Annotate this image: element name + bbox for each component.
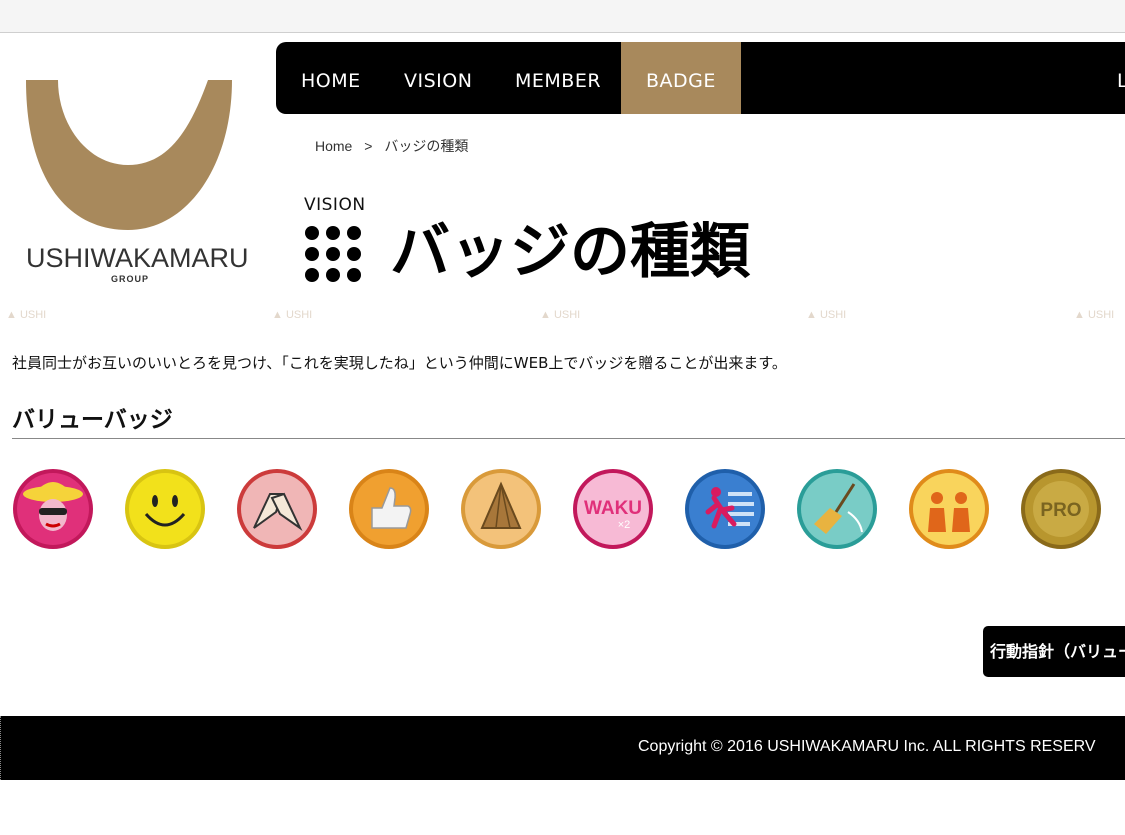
running-icon — [685, 469, 765, 549]
badge-handshake[interactable] — [236, 468, 318, 550]
nav-login[interactable]: L — [1092, 42, 1125, 114]
badge-pro[interactable]: PRO — [1020, 468, 1102, 550]
logo-text: USHIWAKAMARU — [26, 243, 249, 273]
nav-home[interactable]: HOME — [276, 42, 386, 114]
waku-sub: ×2 — [618, 519, 631, 531]
badge-people[interactable] — [908, 468, 990, 550]
logo-subtext: GROUP — [110, 274, 149, 284]
badge-broom[interactable] — [796, 468, 878, 550]
badge-waku[interactable]: WAKU ×2 — [572, 468, 654, 550]
section-label: VISION — [304, 195, 366, 215]
broom-icon — [797, 469, 877, 549]
company-logo[interactable] — [18, 70, 248, 240]
intro-text: 社員同士がお互いのいいとろを見つけ、「これを実現したね」という仲間にWEB上でバ… — [12, 354, 787, 372]
badge-running[interactable] — [684, 468, 766, 550]
smiley-icon — [125, 469, 205, 549]
pro-text: PRO — [1040, 500, 1081, 521]
people-icon — [909, 469, 989, 549]
badge-hat-lady[interactable] — [12, 468, 94, 550]
section-title: バリューバッジ — [12, 407, 173, 433]
breadcrumb-home[interactable]: Home — [315, 138, 352, 154]
pro-icon: PRO — [1021, 469, 1101, 549]
badge-smiley[interactable] — [124, 468, 206, 550]
nav-vision[interactable]: VISION — [379, 42, 497, 114]
section-divider — [12, 438, 1125, 439]
thumbs-up-icon — [349, 469, 429, 549]
hat-lady-icon — [13, 469, 93, 549]
browser-top-bar — [0, 0, 1125, 33]
logo-mark-icon — [26, 80, 232, 230]
breadcrumb-current: バッジの種類 — [384, 138, 469, 154]
bamboo-shoot-icon — [461, 469, 541, 549]
grid-dots-icon — [305, 226, 361, 282]
waku-icon: WAKU ×2 — [573, 469, 653, 549]
handshake-icon — [237, 469, 317, 549]
main-navigation: HOME VISION MEMBER BADGE L — [276, 42, 1125, 114]
nav-member[interactable]: MEMBER — [490, 42, 626, 114]
breadcrumb: Home > バッジの種類 — [315, 136, 476, 156]
waku-text: WAKU — [584, 498, 642, 519]
badge-thumbs-up[interactable] — [348, 468, 430, 550]
values-guideline-button[interactable]: 行動指針（バリュー — [983, 626, 1125, 677]
breadcrumb-separator: > — [364, 138, 373, 154]
nav-badge[interactable]: BADGE — [621, 42, 741, 114]
copyright-text: Copyright © 2016 USHIWAKAMARU Inc. ALL R… — [638, 738, 1096, 755]
badge-bamboo-shoot[interactable] — [460, 468, 542, 550]
page-title: バッジの種類 — [390, 217, 750, 287]
